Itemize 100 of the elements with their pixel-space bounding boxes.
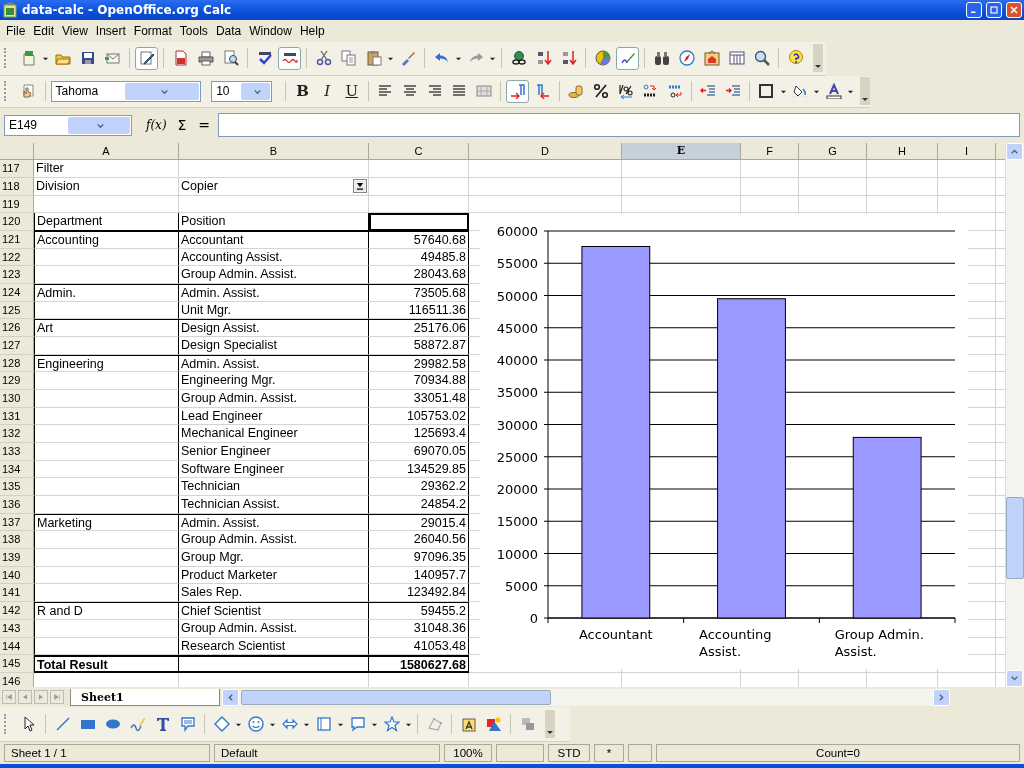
font-size-box[interactable]: 10 [211, 80, 273, 102]
menu-item[interactable]: Help [295, 23, 329, 38]
bold-button[interactable]: B [291, 79, 314, 103]
chevron-right-icon[interactable] [937, 692, 946, 702]
row-number[interactable]: 120 [0, 213, 34, 232]
help-icon[interactable] [787, 50, 804, 67]
speech-bubble-icon[interactable] [349, 716, 366, 733]
printer-icon[interactable] [197, 50, 214, 67]
menu-item[interactable]: Window [245, 23, 296, 38]
menu-item[interactable]: View [58, 23, 92, 38]
row-number[interactable]: 118 [0, 178, 34, 196]
flowchart-icon[interactable] [315, 716, 332, 733]
column-header[interactable]: I [938, 143, 996, 161]
row-number[interactable]: 126 [0, 319, 34, 338]
row-number[interactable]: 117 [0, 160, 34, 179]
scroll-left-button[interactable] [222, 688, 239, 706]
hyperlink-icon[interactable] [510, 50, 527, 67]
right-to-left-icon[interactable] [534, 83, 551, 100]
name-box[interactable]: E149 [4, 114, 132, 136]
gallery-icon[interactable] [703, 50, 720, 67]
toolbar-overflow-button[interactable] [545, 710, 555, 739]
font-color-icon[interactable] [825, 83, 842, 100]
add-decimal-icon[interactable] [641, 83, 658, 100]
column-header[interactable]: G [799, 143, 867, 161]
binoculars-icon[interactable] [653, 50, 670, 67]
chevron-left-icon[interactable] [226, 692, 235, 702]
function-wizard-button[interactable]: f(x) [146, 118, 168, 133]
column-header[interactable]: A [34, 143, 179, 161]
menu-item[interactable]: Data [211, 23, 246, 38]
extrusion-icon[interactable] [519, 716, 536, 733]
column-header[interactable]: B [179, 143, 369, 161]
row-number[interactable]: 127 [0, 337, 34, 355]
menu-item[interactable]: Format [129, 23, 176, 38]
row-number[interactable]: 123 [0, 266, 34, 285]
standard-format-icon[interactable] [617, 83, 634, 100]
scrollbar-thumb[interactable] [241, 689, 551, 705]
borders-icon[interactable] [758, 83, 775, 100]
row-number[interactable]: 121 [0, 231, 34, 249]
underline-button[interactable]: U [340, 79, 364, 103]
delete-decimal-icon[interactable] [666, 83, 683, 100]
scroll-right-button[interactable] [933, 688, 950, 706]
line-icon[interactable] [54, 716, 71, 733]
diamond-icon[interactable] [213, 716, 230, 733]
merge-cells-icon[interactable] [475, 83, 492, 100]
row-number[interactable]: 135 [0, 478, 34, 497]
menu-item[interactable]: Insert [91, 23, 130, 38]
row-number[interactable]: 124 [0, 284, 34, 302]
freeform-line-icon[interactable] [129, 716, 146, 733]
envelope-icon[interactable] [104, 50, 121, 67]
font-name-box[interactable]: Tahoma [50, 80, 202, 102]
pointer-hand-icon[interactable] [20, 83, 37, 100]
scrollbar-thumb[interactable] [1006, 497, 1024, 580]
star-icon[interactable] [383, 716, 400, 733]
caret-icon[interactable] [814, 62, 822, 71]
export-document-icon[interactable] [172, 50, 189, 67]
scissors-icon[interactable] [315, 50, 332, 67]
pie-chart-icon[interactable] [594, 50, 611, 67]
image-icon[interactable] [485, 716, 502, 733]
fontwork-icon[interactable] [460, 716, 477, 733]
menu-item[interactable]: File [2, 23, 30, 38]
row-number[interactable]: 132 [0, 425, 34, 444]
spellcheck-icon[interactable] [256, 50, 273, 67]
row-number[interactable]: 145 [0, 655, 34, 673]
save-icon[interactable] [79, 50, 96, 67]
menu-item[interactable]: Edit [29, 23, 59, 38]
sum-button[interactable]: Σ [174, 117, 190, 134]
compass-icon[interactable] [678, 50, 695, 67]
background-color-icon[interactable] [792, 83, 809, 100]
copy-icon[interactable] [340, 50, 357, 67]
text-icon[interactable] [154, 716, 171, 733]
column-header[interactable]: E [622, 143, 741, 161]
formula-button[interactable]: = [196, 117, 212, 134]
callout-icon[interactable] [179, 716, 196, 733]
row-number[interactable]: 129 [0, 372, 34, 391]
column-header[interactable]: C [369, 143, 469, 161]
menu-item[interactable]: Tools [175, 23, 212, 38]
row-number[interactable]: 141 [0, 584, 34, 603]
column-header[interactable]: F [741, 143, 799, 161]
smiley-icon[interactable] [247, 716, 264, 733]
column-header[interactable] [996, 143, 1005, 161]
caret-icon[interactable] [546, 728, 554, 737]
row-number[interactable]: 139 [0, 549, 34, 567]
row-number[interactable]: 133 [0, 443, 34, 461]
coins-icon[interactable] [567, 83, 584, 100]
formula-input-field[interactable] [218, 113, 1020, 138]
toolbar-overflow-button[interactable] [813, 44, 823, 73]
row-number[interactable]: 136 [0, 496, 34, 514]
clipboard-icon[interactable] [365, 50, 382, 67]
italic-button[interactable]: I [315, 79, 339, 103]
sheet-tab[interactable]: Sheet1 [70, 688, 220, 706]
zoom-icon[interactable] [753, 50, 770, 67]
scroll-down-button[interactable] [1006, 670, 1023, 688]
column-header[interactable]: D [469, 143, 622, 161]
chevron-down-icon[interactable] [1010, 674, 1019, 684]
row-number[interactable]: 138 [0, 531, 34, 550]
sort-descending-icon[interactable] [560, 50, 577, 67]
scroll-up-button[interactable] [1006, 143, 1023, 161]
new-document-icon[interactable] [20, 50, 37, 67]
toolbar-overflow-button[interactable] [860, 77, 870, 106]
percent-icon[interactable] [592, 83, 609, 100]
